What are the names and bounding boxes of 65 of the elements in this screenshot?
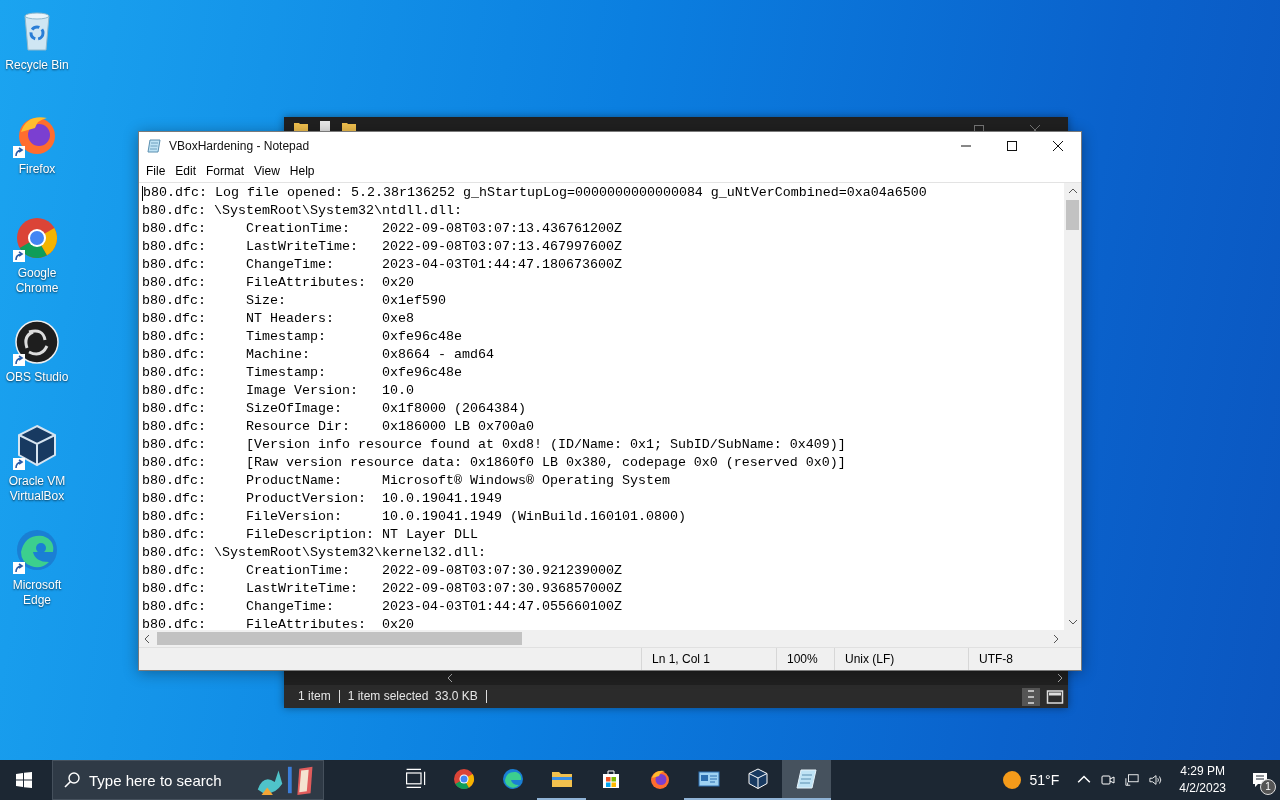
text-line: b80.dfc: ChangeTime: 2023-04-03T01:44:47.055660100Z	[142, 598, 622, 616]
notepad-icon	[147, 138, 163, 154]
text-line: b80.dfc: Machine: 0x8664 - amd64	[142, 346, 494, 364]
text-line: b80.dfc: ProductVersion: 10.0.19041.1949	[142, 490, 502, 508]
text-line: b80.dfc: Timestamp: 0xfe96c48e	[142, 364, 462, 382]
text-line: b80.dfc: LastWriteTime: 2022-09-08T03:07:13.467997600Z	[142, 238, 622, 256]
sun-icon[interactable]	[1001, 770, 1022, 790]
maximize-icon	[1007, 141, 1017, 151]
text-line: b80.dfc: FileAttributes: 0x20	[142, 274, 414, 292]
text-line: b80.dfc: FileDescription: NT Layer DLL	[142, 526, 478, 544]
menu-item[interactable]: Edit	[170, 164, 202, 178]
text-line: b80.dfc: \SystemRoot\System32\kernel32.dll:	[142, 544, 486, 562]
taskbar-app-button[interactable]	[782, 760, 831, 800]
text-line: b80.dfc: FileAttributes: 0x20	[142, 616, 414, 630]
text-line: b80.dfc: LastWriteTime: 2022-09-08T03:07:30.936857000Z	[142, 580, 622, 598]
edge-icon	[500, 767, 525, 791]
scrollbar-thumb[interactable]	[1066, 200, 1079, 230]
search-icon	[64, 772, 80, 788]
text-line: b80.dfc: \SystemRoot\System32\ntdll.dll:	[142, 202, 462, 220]
close-icon	[1053, 141, 1063, 151]
search-field[interactable]: Type here to search	[52, 760, 324, 800]
text-line: b80.dfc: CreationTime: 2022-09-08T03:07:13.436761200Z	[142, 220, 622, 238]
clock-date[interactable]: 4/2/2023	[1179, 780, 1226, 797]
obs-icon[interactable]	[13, 318, 61, 366]
status-text: 1 item selected 33.0 KB	[347, 690, 487, 703]
camera-icon[interactable]	[1101, 773, 1116, 787]
horizontal-scrollbar[interactable]	[139, 630, 1064, 647]
text-line: b80.dfc: CreationTime: 2022-09-08T03:07:30.921239000Z	[142, 562, 622, 580]
menu-item[interactable]: File	[141, 164, 171, 178]
windows-logo-icon	[16, 772, 32, 788]
text-cursor	[142, 185, 143, 201]
encoding: UTF-8	[968, 648, 1081, 670]
text-line: b80.dfc: ProductName: Microsoft® Windows® Operating System	[142, 472, 670, 490]
line-ending: Unix (LF)	[834, 648, 968, 670]
cube-icon	[745, 767, 770, 791]
clock-time[interactable]: 4:29 PM	[1180, 763, 1225, 780]
speaker-icon[interactable]	[1149, 773, 1164, 787]
text-line: b80.dfc: FileVersion: 10.0.19041.1949 (WinBuild.160101.0800)	[142, 508, 686, 526]
text-line: b80.dfc: Size: 0x1ef590	[142, 292, 446, 310]
text-line: b80.dfc: Image Version: 10.0	[142, 382, 414, 400]
network-icon[interactable]	[1125, 773, 1140, 787]
tiles-view-icon[interactable]	[1046, 687, 1064, 706]
text-line: b80.dfc: ChangeTime: 2023-04-03T01:44:47.180673600Z	[142, 256, 622, 274]
text-line: b80.dfc: SizeOfImage: 0x1f8000 (2064384)	[142, 400, 526, 418]
text-line: b80.dfc: NT Headers: 0xe8	[142, 310, 414, 328]
cursor-position: Ln 1, Col 1	[641, 648, 776, 670]
notepad-icon	[794, 767, 819, 791]
scrollbar-thumb[interactable]	[157, 632, 522, 645]
text-line: b80.dfc: Resource Dir: 0x186000 LB 0x700a0	[142, 418, 534, 436]
text-line: b80.dfc: Timestamp: 0xfe96c48e	[142, 328, 462, 346]
menu-item[interactable]: Help	[284, 164, 320, 178]
status-text: 1 item	[298, 690, 340, 703]
text-line: b80.dfc: Log file opened: 5.2.38r136252 g_hStartupLog=0000000000000084 g_uNtVerCombined=0xa04a6500	[143, 184, 927, 202]
notification-count-badge: 1	[1260, 779, 1276, 795]
weather-temperature[interactable]: 51°F	[1029, 772, 1060, 788]
menu-item[interactable]: View	[249, 164, 285, 178]
chrome-icon	[451, 767, 476, 791]
zoom-level: 100%	[776, 648, 834, 670]
window-title: VBoxHardening - Notepad	[169, 139, 310, 153]
menu-item[interactable]: Format	[201, 164, 250, 178]
vertical-scrollbar[interactable]	[1064, 183, 1081, 630]
text-line: b80.dfc: [Version info resource found at 0xd8! (ID/Name: 0x1; SubID/SubName: 0x409)]	[142, 436, 846, 454]
details-view-icon[interactable]	[1022, 687, 1040, 706]
horizontal-scrollbar[interactable]	[284, 671, 1068, 685]
text-line: b80.dfc: [Raw version resource data: 0x1860f0 LB 0x380, codepage 0x0 (reserved 0x0)]	[142, 454, 846, 472]
